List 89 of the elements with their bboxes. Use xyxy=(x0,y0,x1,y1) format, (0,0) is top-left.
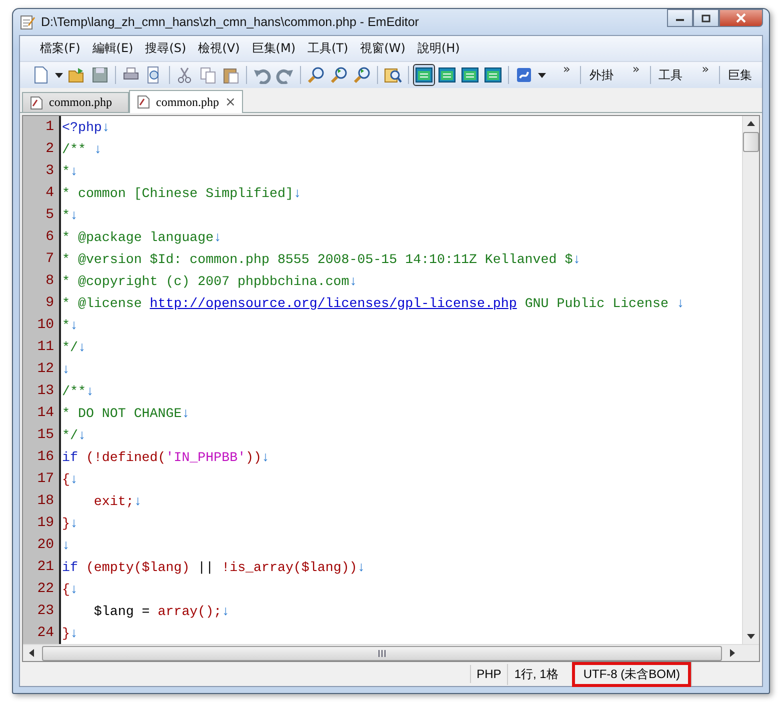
left-arrow-icon[interactable] xyxy=(29,649,34,657)
caret-icon xyxy=(538,72,546,78)
code-line: }↓ xyxy=(62,626,78,640)
close-button[interactable] xyxy=(719,9,763,27)
line-number: 11 xyxy=(36,339,55,355)
status-item: 1行, 1格 xyxy=(507,664,564,684)
code-line: }↓ xyxy=(62,516,78,530)
status-item: PHP xyxy=(470,665,508,683)
code-line: /**↓ xyxy=(62,384,94,398)
line-number: 17 xyxy=(36,471,55,487)
tab[interactable]: common.php xyxy=(22,92,129,112)
line-number: 8 xyxy=(44,273,55,289)
chevron-button[interactable]: » xyxy=(549,62,576,76)
line-number: 14 xyxy=(36,405,55,421)
menu-item[interactable]: 巨集(M) xyxy=(246,39,302,58)
caret-icon xyxy=(55,72,63,78)
chevron-button[interactable]: » xyxy=(688,62,716,76)
line-number: 9 xyxy=(44,295,55,311)
line-number: 4 xyxy=(44,185,55,201)
line-number: 23 xyxy=(36,603,55,619)
scroll-thumb[interactable] xyxy=(743,132,759,152)
code-line: * DO NOT CHANGE↓ xyxy=(62,406,190,420)
line-number: 7 xyxy=(44,251,55,267)
code-line: * @copyright (c) 2007 phpbbchina.com↓ xyxy=(62,274,358,288)
line-number: 19 xyxy=(36,515,55,531)
php-file-icon xyxy=(136,95,150,109)
toolbar-label[interactable]: 工具 xyxy=(654,66,687,84)
code-line: * @version $Id: common.php 8555 2008-05-15 14:10:11Z Kellanved $↓ xyxy=(62,252,581,266)
menu-item[interactable]: 檔案(F) xyxy=(34,39,86,58)
notepad-icon xyxy=(19,14,35,30)
menu-item[interactable]: 編輯(E) xyxy=(86,39,140,58)
menu-item[interactable]: 說明(H) xyxy=(411,39,466,58)
code-line: *↓ xyxy=(62,164,78,178)
window-title: D:\Temp\lang_zh_cmn_hans\zh_cmn_hans\common.php - EmEditor xyxy=(41,15,419,29)
lines-icon[interactable] xyxy=(413,64,435,86)
line-number: 5 xyxy=(44,207,55,223)
code-line: {↓ xyxy=(62,472,78,486)
toolbar-label[interactable]: 外掛 xyxy=(585,66,618,84)
code-line: /** ↓ xyxy=(62,142,102,156)
horizontal-scrollbar[interactable] xyxy=(23,644,759,661)
code-line: if (empty($lang) || !is_array($lang))↓ xyxy=(62,560,366,574)
line-number: 6 xyxy=(44,229,55,245)
line-number: 2 xyxy=(44,141,55,157)
code-line: *↓ xyxy=(62,318,78,332)
php-file-icon xyxy=(29,96,43,110)
code-line: * common [Chinese Simplified]↓ xyxy=(62,186,302,200)
code-line: */↓ xyxy=(62,340,86,354)
toolbar-label[interactable]: 巨集 xyxy=(724,66,756,84)
code-line: <?php↓ xyxy=(62,120,110,134)
code-line: if (!defined('IN_PHPBB'))↓ xyxy=(62,450,270,464)
line-number: 18 xyxy=(36,493,55,509)
tab[interactable]: common.php × xyxy=(129,90,243,113)
menu-item[interactable]: 搜尋(S) xyxy=(139,39,192,58)
code-line: {↓ xyxy=(62,582,78,596)
code-line: ↓ xyxy=(62,538,70,552)
close-tab-button[interactable]: × xyxy=(225,94,236,110)
maximize-button[interactable] xyxy=(693,9,719,27)
menu-item[interactable]: 視窗(W) xyxy=(354,39,412,58)
vertical-scrollbar[interactable] xyxy=(742,116,759,644)
code-line: * @license http://opensource.org/licenses/gpl-license.php GNU Public License ↓ xyxy=(62,296,684,310)
minimize-button[interactable] xyxy=(667,9,693,27)
line-number: 1 xyxy=(44,119,55,135)
close-icon xyxy=(735,13,747,23)
menu-item[interactable]: 檢視(V) xyxy=(192,39,246,58)
line-number: 15 xyxy=(36,427,55,443)
right-arrow-icon[interactable] xyxy=(730,649,735,657)
down-arrow-icon[interactable] xyxy=(747,634,755,639)
line-number: 13 xyxy=(36,383,55,399)
line-number: 22 xyxy=(36,581,55,597)
code-line: * @package language↓ xyxy=(62,230,222,244)
line-number: 12 xyxy=(36,361,55,377)
code-line: */↓ xyxy=(62,428,86,442)
code-line: *↓ xyxy=(62,208,78,222)
code-line: exit;↓ xyxy=(92,494,142,508)
chevron-button[interactable]: » xyxy=(618,62,646,76)
maximize-icon xyxy=(701,14,711,22)
scroll-thumb[interactable] xyxy=(42,646,722,660)
line-number: 16 xyxy=(36,449,55,465)
grip-icon xyxy=(378,650,386,656)
code-line: $lang = array();↓ xyxy=(92,604,230,618)
line-number: 3 xyxy=(44,163,55,179)
status-item: UTF-8 (未含BOM) xyxy=(572,662,691,686)
line-number: 24 xyxy=(36,625,55,641)
line-number: 10 xyxy=(36,317,55,333)
menu-item[interactable]: 工具(T) xyxy=(302,39,354,58)
line-number: 20 xyxy=(36,537,55,553)
line-number: 21 xyxy=(36,559,55,575)
code-line: ↓ xyxy=(62,362,70,376)
up-arrow-icon[interactable] xyxy=(747,121,755,126)
